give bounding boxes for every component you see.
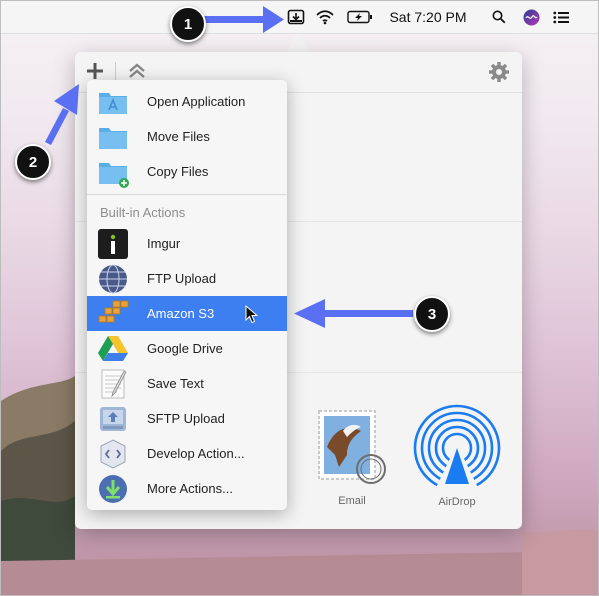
arrow-1-shaft [204,16,266,23]
arrow-1-head [263,6,284,33]
arrow-3-head [294,299,325,328]
annotation-arrows [45,6,413,328]
callout-3: 3 [414,296,450,332]
callout-2: 2 [15,144,51,180]
callout-1: 1 [170,6,206,42]
arrow-3-shaft [321,310,413,317]
screenshot-frame: Sat 7:20 PM Email AirDrop Open Applicati… [0,0,599,596]
arrow-2-shaft [45,108,69,145]
